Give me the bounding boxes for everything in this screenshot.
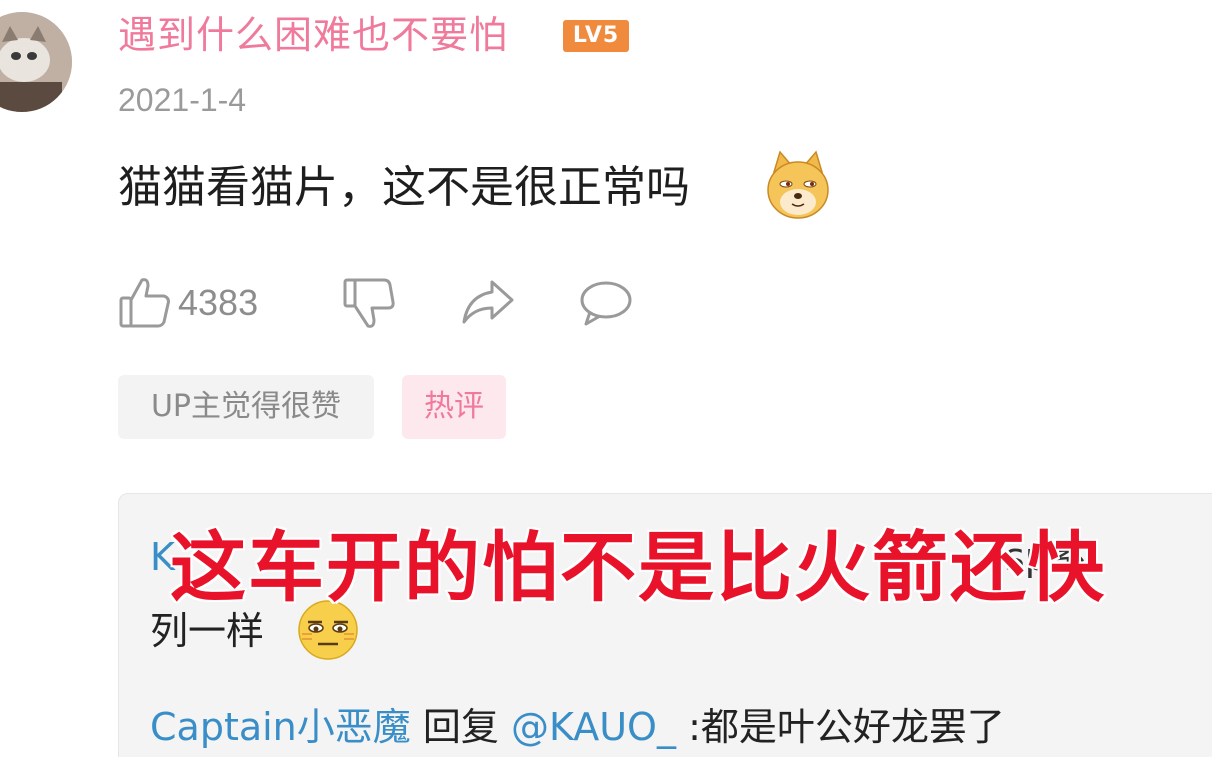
reply-button[interactable] bbox=[578, 278, 632, 328]
comment-username[interactable]: 遇到什么困难也不要怕 bbox=[118, 12, 508, 58]
avatar[interactable] bbox=[0, 12, 72, 112]
video-overlay-caption: 这车开的怕不是比火箭还快 bbox=[169, 522, 1106, 614]
like-count: 4383 bbox=[178, 282, 259, 323]
thumbs-up-icon bbox=[119, 278, 170, 328]
share-button[interactable] bbox=[460, 276, 516, 330]
reply-text: :都是叶公好龙罢了 bbox=[688, 705, 1005, 749]
comment-date: 2021-1-4 bbox=[118, 82, 247, 118]
hot-comment-tag: 热评 bbox=[402, 375, 506, 439]
dislike-button[interactable] bbox=[342, 276, 396, 330]
doge-emoji-icon bbox=[766, 150, 830, 220]
reply-username[interactable]: Captain小恶魔 bbox=[150, 705, 411, 749]
cat-avatar-icon bbox=[0, 12, 72, 112]
like-button[interactable] bbox=[118, 276, 172, 330]
comment-text: 猫猫看猫片，这不是很正常吗 bbox=[118, 162, 690, 213]
mention-link[interactable]: @KAUO_ bbox=[511, 705, 676, 749]
level-badge: LV5 bbox=[563, 20, 629, 52]
comment-bubble-icon bbox=[580, 281, 632, 326]
up-liked-tag: UP主觉得很赞 bbox=[118, 375, 374, 439]
thumbs-down-icon bbox=[343, 278, 395, 328]
reply-label: 回复 bbox=[422, 705, 499, 749]
reply-item[interactable]: Captain小恶魔 回复 @KAUO_ :都是叶公好龙罢了 bbox=[150, 700, 1005, 754]
share-arrow-icon bbox=[462, 280, 514, 324]
